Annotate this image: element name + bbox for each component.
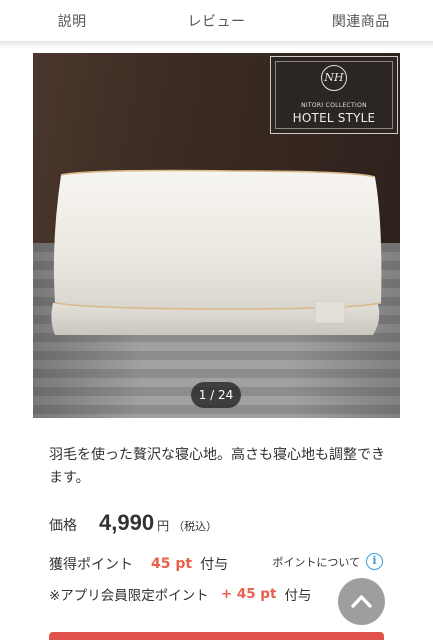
app-points-label: ※アプリ会員限定ポイント: [49, 588, 209, 604]
tabs-divider: [0, 42, 433, 48]
app-points-row: ※アプリ会員限定ポイント + 45 pt 付与: [49, 583, 349, 605]
points-value: 45 pt: [151, 556, 193, 572]
price-value: 4,990: [99, 510, 155, 535]
info-icon[interactable]: i: [366, 553, 383, 570]
price-tax-note: （税込）: [173, 520, 218, 533]
price-unit: 円: [157, 519, 170, 533]
badge-collection-text: NITORI COLLECTION: [301, 102, 367, 109]
points-label: 獲得ポイント: [49, 557, 133, 573]
tab-description[interactable]: 説明: [0, 11, 144, 31]
points-info-link[interactable]: ポイントについて i: [272, 553, 383, 570]
badge-title: HOTEL STYLE: [292, 111, 376, 125]
product-tabs: 説明 レビュー 関連商品: [0, 0, 433, 42]
product-description: 羽毛を使った贅沢な寝心地。高さも寝心地も調整できます。: [49, 447, 385, 486]
product-image-gallery[interactable]: NH NITORI COLLECTION HOTEL STYLE 1 / 24: [33, 53, 400, 418]
points-suffix: 付与: [200, 557, 229, 573]
app-points-suffix: 付与: [284, 588, 312, 604]
app-points-value: + 45 pt: [220, 586, 277, 602]
chevron-up-icon: [351, 595, 372, 608]
tab-related-products[interactable]: 関連商品: [289, 11, 433, 31]
hotel-style-badge: NH NITORI COLLECTION HOTEL STYLE: [270, 56, 398, 134]
price-row: 価格 4,990 円 （税込）: [49, 510, 409, 540]
scroll-to-top-button[interactable]: [338, 578, 385, 625]
image-counter: 1 / 24: [191, 382, 241, 408]
tab-reviews[interactable]: レビュー: [144, 11, 288, 31]
add-to-cart-button[interactable]: [49, 632, 384, 640]
nh-logo-icon: NH: [321, 65, 347, 91]
points-info-label[interactable]: ポイントについて: [272, 554, 360, 570]
price-label: 価格: [49, 518, 77, 534]
earned-points-row: 獲得ポイント 45 pt 付与 ポイントについて i: [49, 553, 389, 575]
